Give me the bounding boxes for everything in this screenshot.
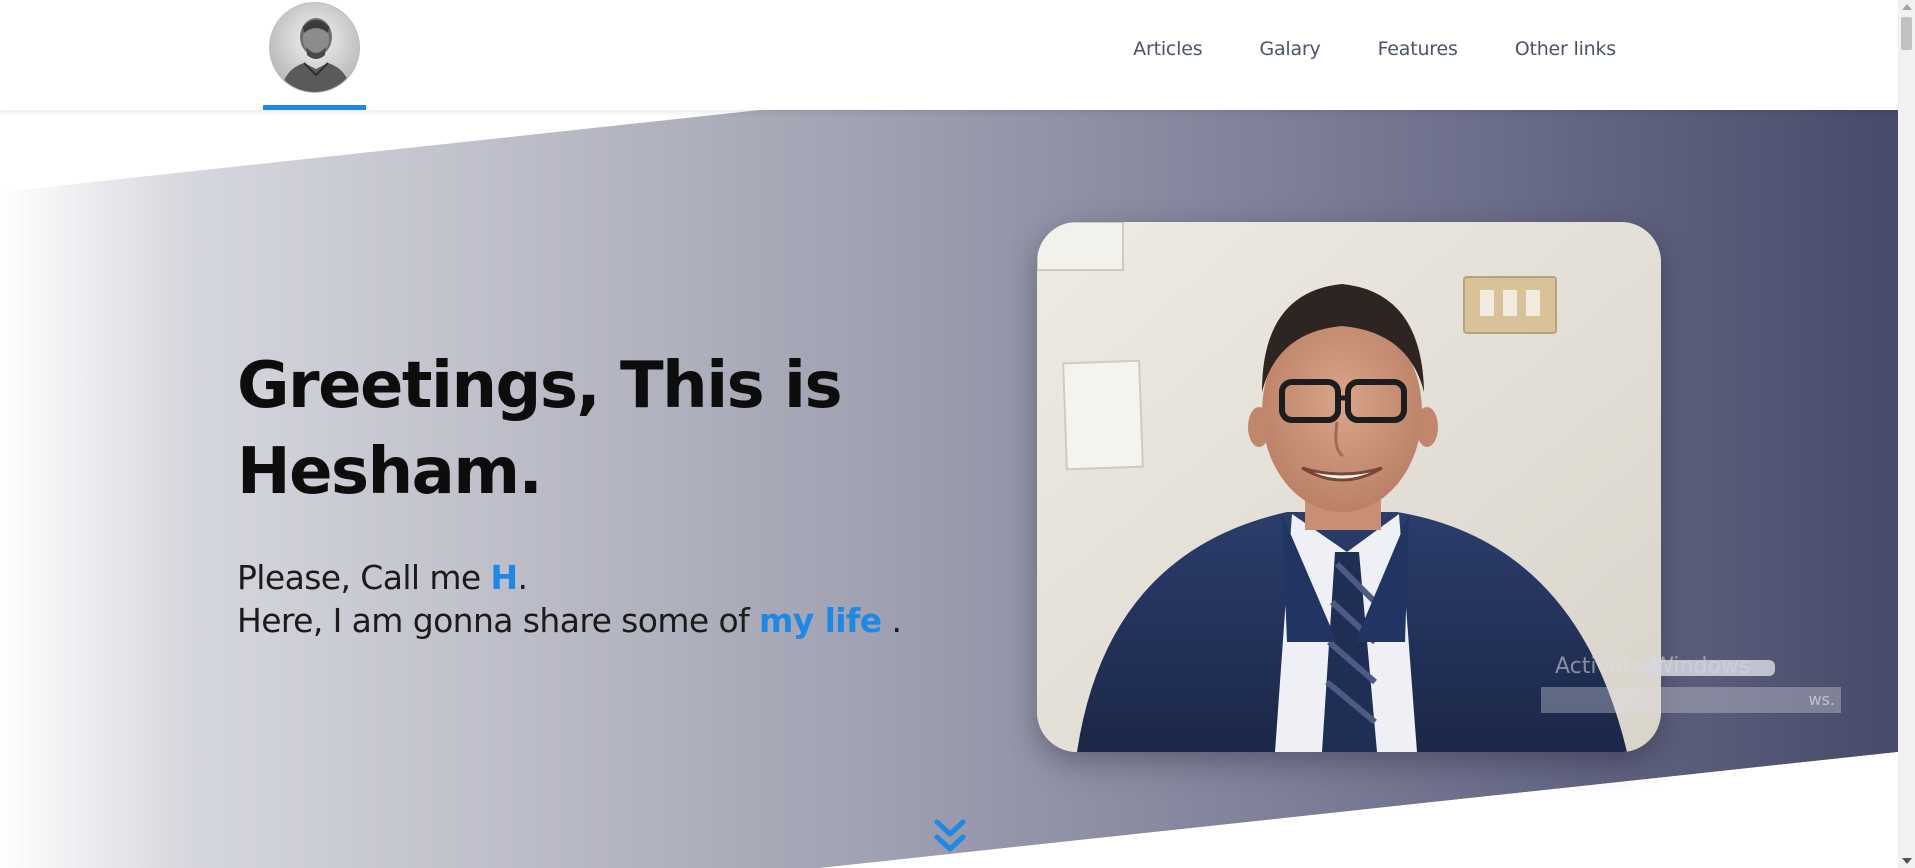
- scroll-down-icon[interactable]: [1902, 858, 1912, 864]
- site-header: Articles Galary Features Other links: [0, 0, 1898, 110]
- watermark-line-2: ws.: [1808, 690, 1835, 709]
- hero-headline: Greetings, This is Hesham.: [237, 349, 843, 509]
- nav-link-articles[interactable]: Articles: [1133, 38, 1202, 60]
- hero-section: Greetings, This is Hesham. Please, Call …: [0, 110, 1898, 868]
- double-chevron-down-icon[interactable]: [934, 818, 966, 854]
- hero-tagline: Please, Call me H. Here, I am gonna shar…: [237, 556, 937, 642]
- avatar: [269, 2, 360, 93]
- tagline-accent-my-life: my life: [759, 601, 882, 640]
- watermark-mask: [1643, 660, 1775, 676]
- tagline-line-2-suffix: .: [881, 601, 902, 640]
- tagline-line-1-suffix: .: [517, 558, 528, 597]
- nav-link-features[interactable]: Features: [1378, 38, 1458, 60]
- activation-watermark: Activate Windows ws.: [1541, 654, 1843, 724]
- nav-link-other-links[interactable]: Other links: [1515, 38, 1616, 60]
- avatar-illustration: [270, 3, 359, 92]
- logo-link[interactable]: [263, 0, 366, 111]
- tagline-line-1-prefix: Please, Call me: [237, 558, 491, 597]
- tagline-line-2: Here, I am gonna share some of my life .: [237, 599, 937, 642]
- scroll-up-icon[interactable]: [1902, 4, 1912, 10]
- tagline-line-1: Please, Call me H.: [237, 556, 937, 599]
- tagline-line-2-prefix: Here, I am gonna share some of: [237, 601, 759, 640]
- nav-link-galary[interactable]: Galary: [1259, 38, 1320, 60]
- scrollbar-thumb[interactable]: [1901, 17, 1912, 50]
- vertical-scrollbar[interactable]: [1898, 0, 1915, 868]
- tagline-accent-h: H: [490, 558, 519, 597]
- watermark-mask: [1541, 687, 1841, 713]
- main-nav: Articles Galary Features Other links: [1076, 38, 1616, 60]
- active-indicator: [263, 105, 366, 110]
